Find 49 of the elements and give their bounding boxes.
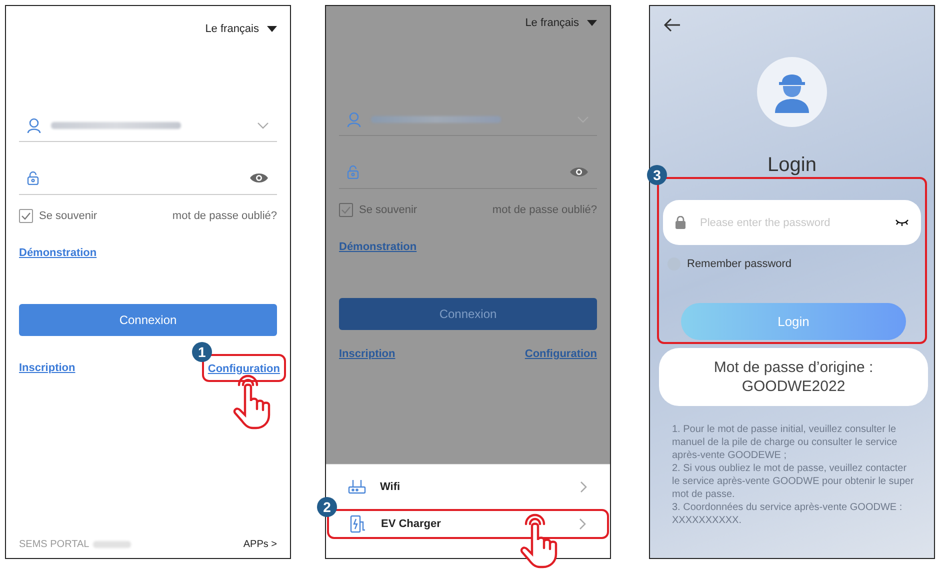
forgot-password-link[interactable]: mot de passe oublié? (492, 204, 597, 216)
default-password-value: GOODWE2022 (742, 378, 846, 395)
forgot-password-link[interactable]: mot de passe oublié? (172, 210, 277, 222)
help-note: 3. Coordonnées du service après-vente GOODWE : XXXXXXXXXX. (672, 501, 904, 527)
language-selector[interactable]: Le français (205, 23, 259, 35)
eye-icon[interactable] (569, 166, 589, 178)
chevron-right-icon (578, 517, 587, 531)
menu-item[interactable]: EV Charger (329, 511, 607, 537)
user-icon (27, 118, 41, 132)
demo-link[interactable]: Démonstration (339, 241, 417, 253)
checkbox[interactable] (339, 203, 353, 217)
text-link[interactable]: Configuration (524, 348, 597, 360)
checkbox[interactable] (19, 209, 33, 223)
step-number-badge: 2 (317, 497, 337, 517)
lock-icon (675, 216, 686, 229)
back-arrow-icon[interactable] (663, 18, 681, 32)
router-icon (348, 479, 366, 495)
remember-label: Se souvenir (39, 210, 98, 222)
login-button[interactable]: Connexion (19, 304, 277, 336)
lock-icon (27, 171, 39, 185)
app-name: SEMS PORTAL (19, 539, 90, 550)
charger-icon (349, 515, 367, 533)
caret-down-icon (267, 26, 277, 32)
text-link[interactable]: Inscription (339, 348, 396, 360)
password-input[interactable]: Please enter the password (698, 216, 883, 230)
closed-eye-icon[interactable] (895, 218, 909, 226)
user-icon (347, 112, 361, 126)
chevron-down-icon (257, 122, 269, 128)
text-link[interactable]: Inscription (19, 362, 76, 374)
apps-link[interactable]: APPs > (243, 539, 277, 550)
avatar-silhouette-icon (757, 57, 827, 127)
help-note: 2. Si vous oubliez le mot de passe, veuillez contacter le service après-vente GOODWE pour obtenir le super mot de passe. (672, 462, 915, 501)
login-button[interactable]: Login (681, 303, 906, 340)
screen-title: Login (766, 154, 818, 177)
demo-link[interactable]: Démonstration (19, 247, 97, 259)
step-number-badge: 1 (192, 342, 212, 362)
help-note: 1. Pour le mot de passe initial, veuillez consulter le manuel de la pile de charge ou consulter le service après-vente GOODEWE ; (672, 423, 898, 462)
blurred-version (93, 541, 132, 548)
eye-icon[interactable] (249, 172, 269, 184)
lock-icon (347, 165, 359, 179)
text-link[interactable]: Configuration (208, 363, 280, 375)
step-number-badge: 3 (647, 165, 667, 185)
login-button[interactable]: Connexion (339, 298, 597, 330)
language-selector[interactable]: Le français (525, 17, 579, 29)
remember-label: Remember password (687, 258, 792, 270)
remember-label: Se souvenir (359, 204, 418, 216)
caret-down-icon (587, 20, 597, 26)
chevron-right-icon (579, 480, 588, 494)
default-password-label: Mot de passe d’origine : (714, 359, 874, 376)
